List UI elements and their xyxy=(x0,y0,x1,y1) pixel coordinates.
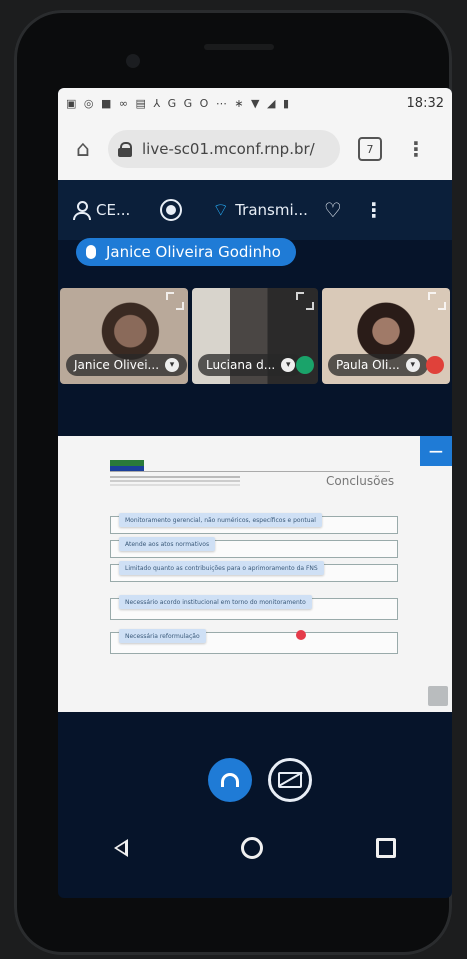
chevron-down-icon: ▾ xyxy=(405,358,420,372)
record-icon[interactable] xyxy=(160,199,183,221)
muted-microphone-icon xyxy=(426,356,444,374)
lock-icon xyxy=(118,142,132,157)
connection-label[interactable]: Transmi... xyxy=(235,201,308,219)
home-circle-icon[interactable] xyxy=(240,837,263,859)
status-time: 18:32 xyxy=(406,95,444,111)
slide-bullet-label: Monitoramento gerencial, não numéricos, … xyxy=(119,513,322,527)
presentation-area[interactable]: Conclusões Monitoramento gerencial, não … xyxy=(58,436,452,712)
talking-indicator: Janice Oliveira Godinho xyxy=(76,238,296,266)
participant-name-chip[interactable]: Luciana d... ▾ xyxy=(198,354,304,376)
slide-bullet-label: Necessária reformulação xyxy=(119,629,206,643)
expand-icon[interactable] xyxy=(428,292,446,310)
expand-icon[interactable] xyxy=(166,292,184,310)
back-icon[interactable] xyxy=(114,839,129,857)
slide-header-lines xyxy=(110,476,240,478)
system-nav-bar xyxy=(58,818,452,878)
camera-off-icon xyxy=(278,772,302,788)
front-camera xyxy=(126,54,140,68)
browser-toolbar: ⌂ live-sc01.mconf.rnp.br/ 7 ⋮ xyxy=(58,118,452,180)
slide-bullet: Limitado quanto as contribuições para o … xyxy=(110,561,398,582)
meeting-header: CE... ⌔ Transmi... ♡ ⋮ xyxy=(58,180,452,240)
headset-icon xyxy=(296,356,314,374)
user-list-label[interactable]: CE... xyxy=(96,201,130,219)
headphones-icon xyxy=(221,773,239,787)
video-tile[interactable]: Luciana d... ▾ xyxy=(192,288,318,384)
slide-bullet-label: Atende aos atos normativos xyxy=(119,537,216,551)
home-icon[interactable]: ⌂ xyxy=(66,132,100,166)
slide-bullet: Monitoramento gerencial, não numéricos, … xyxy=(110,513,398,534)
more-options-icon[interactable]: ⋮ xyxy=(364,198,384,222)
status-bar: ▣ ◎ ■ ∞ ▤ ⅄ G G O ⋯ ∗ ▼ ◢ ▮ 18:32 xyxy=(58,88,452,118)
phone-speaker xyxy=(204,44,274,50)
video-tile[interactable]: Paula Oli... ▾ xyxy=(322,288,450,384)
presenter-pointer xyxy=(296,630,306,640)
participant-name: Paula Oli... xyxy=(336,358,400,372)
microphone-icon xyxy=(86,245,96,259)
talking-name: Janice Oliveira Godinho xyxy=(106,243,281,261)
video-button[interactable] xyxy=(268,758,312,802)
minimize-presentation-button[interactable]: − xyxy=(420,436,452,466)
video-tile[interactable]: Janice Olivei... ▾ xyxy=(60,288,188,384)
slide-bullet: Atende aos atos normativos xyxy=(110,537,398,558)
notification-icons: ▣ ◎ ■ ∞ ▤ ⅄ G G O ⋯ ∗ ▼ ◢ ▮ xyxy=(66,96,292,110)
participant-name: Janice Olivei... xyxy=(74,358,160,372)
user-icon[interactable] xyxy=(72,201,91,220)
participant-name-chip[interactable]: Janice Olivei... ▾ xyxy=(66,354,188,376)
slide-bullet-label: Limitado quanto as contribuições para o … xyxy=(119,561,324,575)
chevron-down-icon: ▾ xyxy=(281,358,296,372)
wifi-icon[interactable]: ⌔ xyxy=(212,199,229,222)
audio-button[interactable] xyxy=(208,758,252,802)
expand-icon[interactable] xyxy=(296,292,314,310)
phone-frame: ▣ ◎ ■ ∞ ▤ ⅄ G G O ⋯ ∗ ▼ ◢ ▮ 18:32 ⌂ live… xyxy=(14,10,452,955)
url-text: live-sc01.mconf.rnp.br/ xyxy=(142,140,315,158)
phone-screen: ▣ ◎ ■ ∞ ▤ ⅄ G G O ⋯ ∗ ▼ ◢ ▮ 18:32 ⌂ live… xyxy=(58,88,452,898)
tab-switcher-button[interactable]: 7 xyxy=(358,137,382,161)
slide-bullet-label: Necessário acordo institucional em torno… xyxy=(119,595,312,609)
slide-title: Conclusões xyxy=(326,474,395,488)
chevron-down-icon: ▾ xyxy=(165,358,180,372)
recent-apps-icon[interactable] xyxy=(375,838,396,858)
url-field[interactable]: live-sc01.mconf.rnp.br/ xyxy=(108,130,340,168)
slide-bullet: Necessário acordo institucional em torno… xyxy=(110,595,398,620)
participant-name-chip[interactable]: Paula Oli... ▾ xyxy=(328,354,428,376)
heart-icon[interactable]: ♡ xyxy=(324,198,342,222)
slide-bullet: Necessária reformulação xyxy=(110,629,398,654)
fullscreen-icon[interactable] xyxy=(428,686,448,706)
participant-name: Luciana d... xyxy=(206,358,276,372)
browser-menu-icon[interactable]: ⋮ xyxy=(406,137,426,161)
slide-header-rule xyxy=(110,471,390,472)
